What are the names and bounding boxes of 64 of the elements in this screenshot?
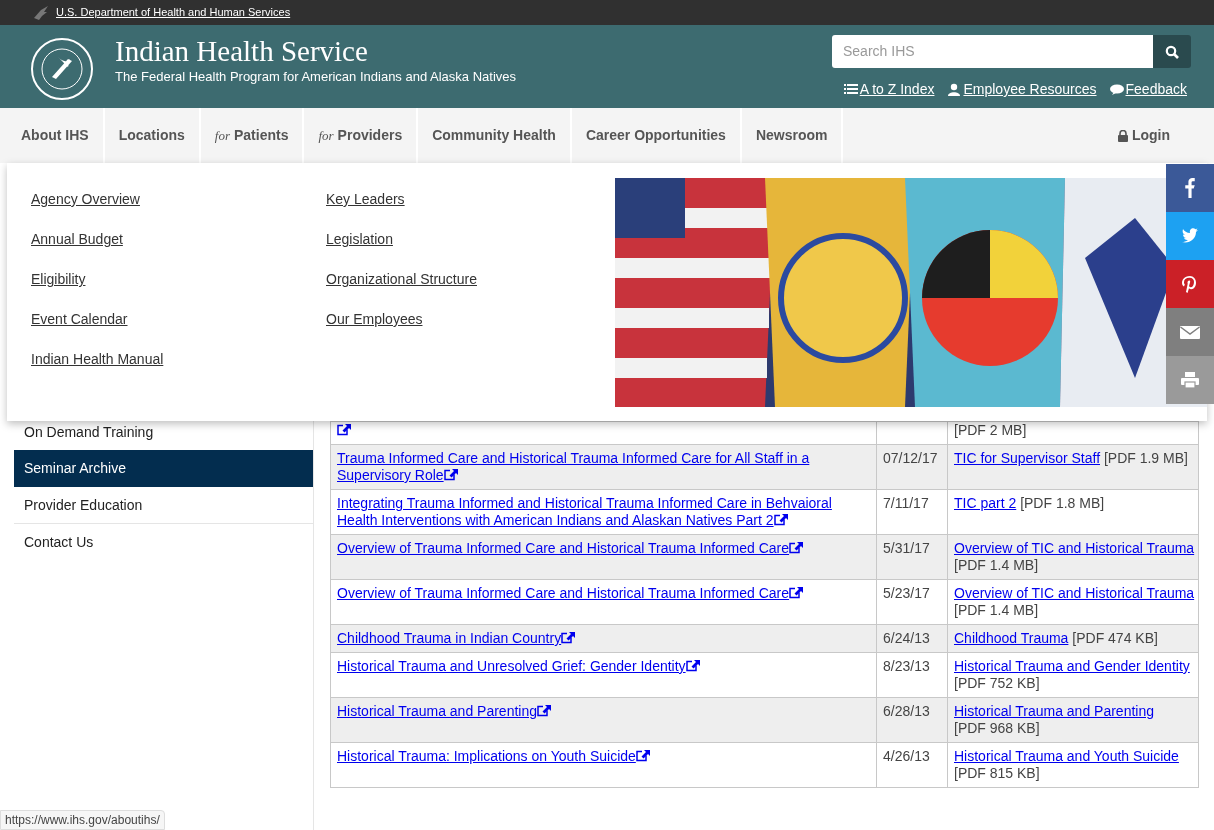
file-link[interactable]: TIC for Supervisor Staff [954, 450, 1100, 467]
file-link[interactable]: Childhood Trauma [954, 630, 1069, 647]
file-link[interactable]: Historical Trauma and Parenting [954, 703, 1154, 720]
search-button[interactable] [1153, 35, 1191, 68]
header-link[interactable]: A to Z Index [843, 79, 935, 100]
menu-link[interactable]: Organizational Structure [326, 270, 477, 289]
date-text: 5/23/17 [883, 585, 930, 601]
search-icon [1165, 44, 1179, 59]
file-link[interactable]: TIC part 2 [954, 495, 1017, 512]
file-size: [PDF 1.4 MB] [954, 602, 1039, 619]
share-button[interactable] [1166, 356, 1214, 404]
file-size: [PDF 815 KB] [954, 765, 1040, 782]
date-text: 6/24/13 [883, 630, 930, 646]
file-link[interactable]: Historical Trauma and Gender Identity [954, 658, 1190, 675]
list-icon [843, 83, 858, 96]
sidebar-item[interactable]: Seminar Archive [14, 450, 313, 487]
site-title: Indian Health Service [115, 34, 369, 69]
status-url: https://www.ihs.gov/aboutihs/ [0, 810, 165, 830]
file-size: [PDF 1.8 MB] [1020, 495, 1105, 512]
date-text: 4/26/13 [883, 748, 930, 764]
file-link[interactable]: Overview of TIC and Historical Trauma [954, 585, 1195, 602]
nav-prefix: for [214, 126, 230, 145]
gov-link[interactable]: U.S. Department of Health and Human Services [56, 4, 291, 21]
menu-link[interactable]: Our Employees [326, 310, 423, 329]
printer-icon [1179, 369, 1201, 391]
date-text: 07/12/17 [883, 450, 938, 466]
file-size: [PDF 968 KB] [954, 720, 1040, 737]
share-button[interactable] [1166, 260, 1214, 308]
file-size: [PDF 1.4 MB] [954, 557, 1039, 574]
file-size: [PDF 2 MB] [954, 422, 1027, 439]
nav-prefix: for [318, 126, 334, 145]
menu-link[interactable]: Event Calendar [31, 310, 128, 329]
user-icon [947, 83, 962, 96]
menu-link[interactable]: Key Leaders [326, 190, 405, 209]
share-button[interactable] [1166, 164, 1214, 212]
file-link[interactable]: Historical Trauma and Youth Suicide [954, 748, 1179, 765]
date-text: 8/23/13 [883, 658, 930, 674]
file-size: [PDF 1.9 MB] [1103, 450, 1188, 467]
nav-label: Providers [337, 126, 403, 145]
header-link[interactable]: Feedback [1109, 79, 1187, 100]
menu-link[interactable]: Indian Health Manual [31, 350, 164, 369]
file-size: [PDF 474 KB] [1072, 630, 1158, 647]
menu-link[interactable]: Annual Budget [31, 230, 123, 249]
logo-seal-icon [28, 37, 96, 101]
speech-bubble-icon [1109, 83, 1124, 96]
date-text: 7/11/17 [883, 495, 929, 511]
file-size: [PDF 752 KB] [954, 675, 1040, 692]
menu-link[interactable]: Eligibility [31, 270, 86, 289]
menu-link[interactable]: Legislation [326, 230, 393, 249]
lock-icon [1117, 129, 1128, 142]
share-button[interactable] [1166, 212, 1214, 260]
sidebar-item[interactable]: Contact Us [14, 524, 313, 561]
login-link[interactable]: Login [1117, 108, 1170, 163]
sidebar-item[interactable]: On Demand Training [14, 421, 313, 443]
header-link[interactable]: Employee Resources [947, 79, 1097, 100]
nav-label: Patients [233, 126, 289, 145]
site-subtitle: The Federal Health Program for American Indians and Alaska Natives [115, 69, 517, 85]
date-text: 5/31/17 [883, 540, 930, 556]
facebook-icon [1185, 178, 1195, 198]
file-link[interactable]: Overview of TIC and Historical Trauma [954, 540, 1195, 557]
sidebar-item[interactable]: Provider Education [14, 487, 313, 524]
date-text: 6/28/13 [883, 703, 930, 719]
menu-link[interactable]: Agency Overview [31, 190, 140, 209]
share-button[interactable] [1166, 308, 1214, 356]
